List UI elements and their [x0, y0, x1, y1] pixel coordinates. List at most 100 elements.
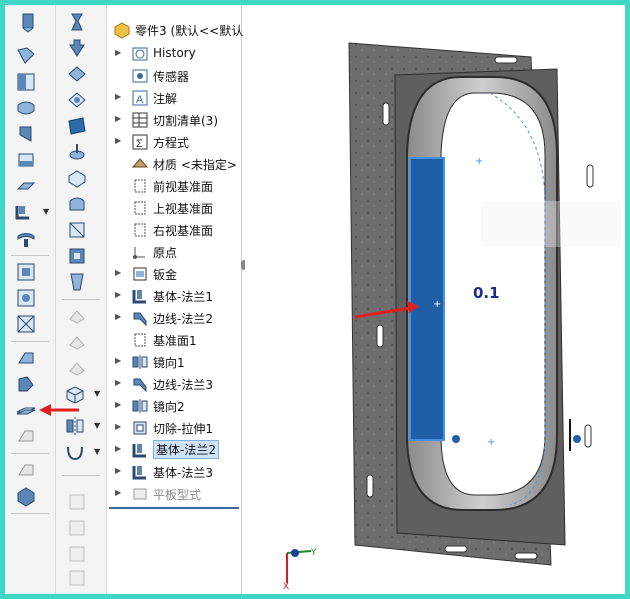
expand-arrow-icon[interactable]: ▶ — [115, 290, 121, 299]
edge-flange-tool-icon[interactable] — [15, 97, 37, 119]
expand-arrow-icon[interactable]: ▶ — [115, 136, 121, 145]
svg-text:A: A — [136, 94, 144, 106]
hem-icon[interactable] — [15, 149, 37, 171]
swept-flange-icon[interactable] — [66, 11, 88, 33]
tree-item[interactable]: ▶ 基体-法兰3 — [107, 461, 241, 483]
dimension-value-label[interactable]: 0.1 — [473, 284, 500, 302]
no-bends-icon[interactable] — [15, 425, 37, 447]
expand-arrow-icon[interactable]: ▶ — [115, 378, 121, 387]
sensor-icon — [131, 67, 149, 85]
tree-item[interactable]: ▶ A 注解 — [107, 87, 241, 109]
unfold-icon[interactable] — [15, 347, 37, 369]
tree-item[interactable]: ▶ 切割清单(3) — [107, 109, 241, 131]
expand-arrow-icon[interactable]: ▶ — [115, 48, 121, 57]
sketch-point-marker: + — [475, 156, 483, 167]
toolbar-divider — [11, 341, 49, 342]
sketch-point-marker: + — [433, 299, 441, 310]
dropdown-arrow-icon[interactable]: ▼ — [94, 447, 100, 456]
tree-item-label: 右视基准面 — [153, 224, 214, 238]
expand-arrow-icon[interactable]: ▶ — [115, 92, 121, 101]
miter-flange-icon[interactable] — [15, 123, 37, 145]
toolbar-divider — [11, 513, 49, 514]
expand-arrow-icon[interactable]: ▶ — [115, 444, 121, 453]
corner-trim-icon[interactable] — [66, 245, 88, 267]
expand-arrow-icon[interactable]: ▶ — [115, 466, 121, 475]
dropdown-arrow-icon[interactable]: ▼ — [43, 207, 49, 216]
tree-item-label: 切割清单(3) — [153, 114, 218, 128]
flatten-icon[interactable] — [15, 399, 37, 421]
tree-item[interactable]: ▶ 基体-法兰1 — [107, 285, 241, 307]
disabled-tool-icon — [66, 543, 88, 565]
forming-tool-icon[interactable] — [66, 167, 88, 189]
break-corner-icon[interactable] — [15, 287, 37, 309]
tree-item[interactable]: ▶ Σ 方程式 — [107, 131, 241, 153]
base-flange-icon — [131, 287, 149, 305]
edge-flange-icon — [131, 309, 149, 327]
tree-item[interactable]: 右视基准面 — [107, 219, 241, 241]
expand-arrow-icon[interactable]: ▶ — [115, 268, 121, 277]
tree-item[interactable]: 上视基准面 — [107, 197, 241, 219]
fold-icon[interactable] — [15, 373, 37, 395]
expand-arrow-icon[interactable]: ▶ — [115, 114, 121, 123]
insert-bends-icon[interactable] — [15, 485, 37, 507]
tree-item[interactable]: ▶ 镜向2 — [107, 395, 241, 417]
rip-tool-icon[interactable] — [66, 271, 88, 293]
graphics-viewport[interactable]: + + + 0.1 X Y — [245, 5, 625, 594]
tree-item[interactable]: ▶ 边线-法兰3 — [107, 373, 241, 395]
triad-y-label: Y — [310, 548, 317, 558]
vent-icon[interactable] — [66, 89, 88, 111]
curve-tool-icon[interactable] — [64, 441, 86, 463]
tree-item-label: 镜向1 — [153, 356, 185, 370]
edge-endpoint-marker[interactable] — [452, 435, 460, 443]
tree-item[interactable]: ▶ 镜向1 — [107, 351, 241, 373]
tab-and-slot-icon[interactable] — [66, 63, 88, 85]
sheetmetal-icon — [131, 265, 149, 283]
sketched-bend-icon[interactable] — [13, 201, 35, 223]
base-flange-tool-icon[interactable] — [17, 11, 39, 33]
expand-arrow-icon[interactable]: ▶ — [115, 312, 121, 321]
lofted-bend-icon[interactable] — [15, 71, 37, 93]
flat-pattern-icon — [131, 485, 149, 503]
sheetmetal-gusset-icon[interactable] — [66, 37, 88, 59]
sketch-point-marker: + — [487, 437, 495, 448]
edge-endpoint-marker[interactable] — [573, 435, 581, 443]
tree-root-part[interactable]: 零件3 (默认<<默认 — [107, 19, 243, 41]
tree-item[interactable]: ▶ History — [107, 43, 241, 65]
tree-item-label: 镜向2 — [153, 400, 185, 414]
material-icon — [131, 155, 149, 173]
cross-break-icon[interactable] — [15, 227, 37, 249]
thicken-icon[interactable] — [66, 193, 88, 215]
disabled-tool-icon — [66, 567, 88, 589]
tree-item[interactable]: 前视基准面 — [107, 175, 241, 197]
expand-arrow-icon[interactable]: ▶ — [115, 422, 121, 431]
sheetmetal-toolbar-column-1: ▼ — [5, 5, 56, 594]
extruded-cut-icon[interactable] — [66, 115, 88, 137]
tree-item[interactable]: 基准面1 — [107, 329, 241, 351]
disabled-tool-icon — [66, 491, 88, 513]
rip-icon[interactable] — [15, 459, 37, 481]
tree-item[interactable]: 原点 — [107, 241, 241, 263]
convert-to-sheetmetal-icon[interactable] — [15, 45, 37, 67]
simple-hole-icon[interactable] — [66, 141, 88, 163]
jog-icon[interactable] — [15, 175, 37, 197]
tree-item[interactable]: ▶ 平板型式 — [107, 483, 241, 505]
welded-corner-icon[interactable] — [15, 313, 37, 335]
dropdown-arrow-icon[interactable]: ▼ — [94, 389, 100, 398]
tree-item-label: 材质 <未指定> — [153, 158, 237, 172]
tree-item[interactable]: ▶ 切除-拉伸1 — [107, 417, 241, 439]
tree-item-label: 基准面1 — [153, 334, 197, 348]
tree-item-label: 基体-法兰2 — [153, 440, 219, 459]
expand-arrow-icon[interactable]: ▶ — [115, 356, 121, 365]
tree-item[interactable]: ▶ 钣金 — [107, 263, 241, 285]
cut-extrude-tool-icon[interactable] — [66, 219, 88, 241]
tree-item-label: 基体-法兰1 — [153, 290, 213, 304]
disabled-tool-icon — [66, 331, 88, 353]
tree-item[interactable]: 传感器 — [107, 65, 241, 87]
expand-arrow-icon[interactable]: ▶ — [115, 400, 121, 409]
dropdown-arrow-icon[interactable]: ▼ — [94, 421, 100, 430]
tree-item[interactable]: 材质 <未指定> — [107, 153, 241, 175]
tree-item[interactable]: ▶ 基体-法兰2 — [107, 439, 241, 461]
corner-relief-icon[interactable] — [15, 261, 37, 283]
expand-arrow-icon[interactable]: ▶ — [115, 488, 121, 497]
tree-item[interactable]: ▶ 边线-法兰2 — [107, 307, 241, 329]
